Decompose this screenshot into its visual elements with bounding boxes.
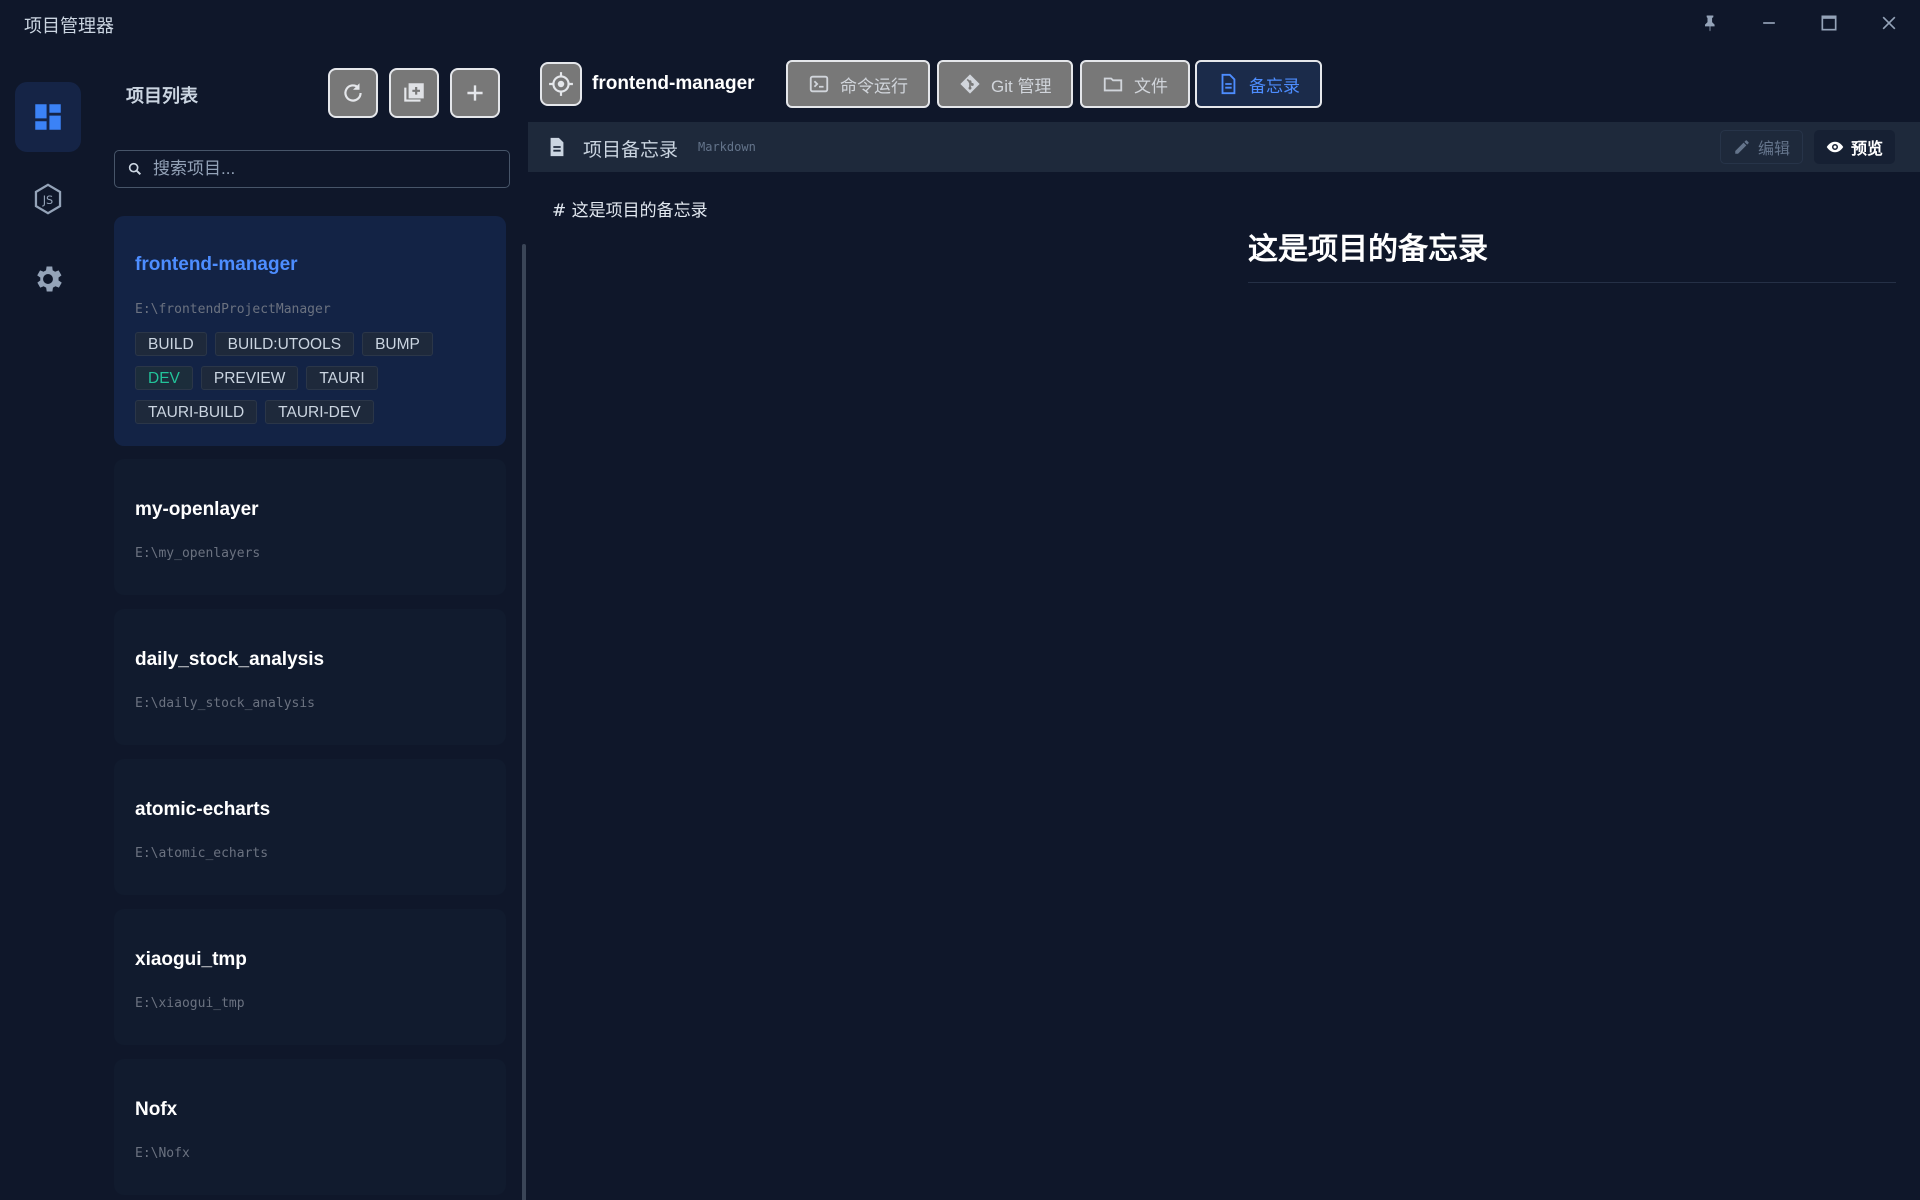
tab-label: 文件 [1134, 76, 1168, 96]
close-icon [1882, 16, 1896, 30]
project-name: my-openlayer [135, 499, 259, 520]
eye-icon [1826, 141, 1844, 153]
folder-add-icon [404, 83, 424, 102]
minimize-icon [1763, 22, 1775, 24]
terminal-icon [809, 75, 829, 93]
project-card[interactable]: daily_stock_analysis E:\daily_stock_anal… [114, 609, 506, 745]
tab-files[interactable]: 文件 [1080, 60, 1190, 108]
current-project-name: frontend-manager [592, 73, 755, 94]
script-tag[interactable]: BUMP [362, 332, 433, 356]
script-tag[interactable]: BUILD [135, 332, 207, 356]
dashboard-icon [35, 104, 61, 130]
edit-button[interactable]: 编辑 [1720, 130, 1804, 164]
tab-label: 备忘录 [1249, 76, 1300, 96]
title-bar: 项目管理器 [0, 0, 1920, 46]
activity-bar: JS [0, 46, 96, 1200]
edit-label: 编辑 [1758, 141, 1791, 158]
project-path: E:\daily_stock_analysis [135, 696, 316, 711]
maximize-button[interactable] [1811, 8, 1847, 38]
script-tag[interactable]: TAURI-DEV [265, 400, 374, 424]
script-tag[interactable]: PREVIEW [200, 366, 299, 390]
search-icon [128, 162, 142, 176]
project-path: E:\frontendProjectManager [135, 302, 331, 317]
project-path: E:\my_openlayers [135, 546, 261, 561]
document-icon [1221, 73, 1236, 95]
memo-title: 项目备忘录 [583, 140, 679, 161]
project-card[interactable]: Nofx E:\Nofx [114, 1059, 506, 1195]
project-path: E:\atomic_echarts [135, 846, 269, 861]
locate-icon [549, 72, 573, 96]
project-name: Nofx [135, 1099, 178, 1120]
plus-icon [467, 85, 483, 101]
settings-nav-button[interactable] [15, 244, 81, 314]
project-name: atomic-echarts [135, 799, 271, 820]
tab-git[interactable]: Git 管理 [937, 60, 1074, 108]
script-tag[interactable]: TAURI-BUILD [135, 400, 258, 424]
project-name: frontend-manager [135, 254, 298, 275]
markdown-editor[interactable]: # 这是项目的备忘录 [552, 196, 708, 221]
memo-header: 项目备忘录 Markdown 编辑 预览 [528, 122, 1920, 172]
project-name: daily_stock_analysis [135, 649, 325, 670]
project-card[interactable]: atomic-echarts E:\atomic_echarts [114, 759, 506, 895]
sidebar-scrollbar[interactable] [522, 244, 526, 1200]
pin-button[interactable] [1692, 8, 1728, 38]
sidebar-title: 项目列表 [126, 86, 198, 106]
project-name: xiaogui_tmp [135, 949, 247, 970]
tab-memo[interactable]: 备忘录 [1195, 60, 1322, 108]
nodejs-nav-button[interactable]: JS [15, 164, 81, 234]
add-project-button[interactable] [450, 68, 500, 118]
document-icon [550, 137, 564, 157]
gear-icon [37, 266, 62, 292]
search-input[interactable] [153, 159, 493, 179]
pencil-icon [1735, 140, 1749, 154]
preview-label: 预览 [1851, 141, 1884, 158]
git-icon [960, 74, 980, 94]
projects-nav-button[interactable] [15, 82, 81, 152]
project-locate-button[interactable] [540, 62, 582, 106]
project-card-frontend-manager[interactable]: frontend-manager E:\frontendProjectManag… [114, 216, 506, 446]
main-panel: frontend-manager 命令运行 Git 管理 文件 备忘录 项目备忘… [528, 46, 1920, 1200]
script-tag-running[interactable]: DEV [135, 366, 193, 390]
minimize-button[interactable] [1751, 8, 1787, 38]
svg-text:JS: JS [42, 193, 54, 207]
nodejs-icon: JS [34, 183, 62, 215]
preview-heading: 这是项目的备忘录 [1248, 224, 1896, 283]
memo-format: Markdown [698, 140, 756, 154]
project-card[interactable]: xiaogui_tmp E:\xiaogui_tmp [114, 909, 506, 1045]
close-button[interactable] [1871, 8, 1907, 38]
project-path: E:\xiaogui_tmp [135, 996, 245, 1011]
refresh-icon [344, 83, 362, 102]
project-search[interactable] [114, 150, 510, 188]
project-card[interactable]: my-openlayer E:\my_openlayers [114, 459, 506, 595]
folder-icon [1103, 77, 1123, 92]
tab-commands[interactable]: 命令运行 [786, 60, 930, 108]
app-title: 项目管理器 [24, 16, 114, 36]
project-sidebar: 项目列表 frontend-manager E:\frontendProject… [96, 46, 526, 1200]
tab-label: 命令运行 [840, 76, 908, 96]
pin-icon [1705, 15, 1715, 32]
script-tag[interactable]: BUILD:UTOOLS [214, 332, 355, 356]
tab-label: Git 管理 [991, 76, 1052, 96]
project-path: E:\Nofx [135, 1146, 190, 1161]
script-tag[interactable]: TAURI [306, 366, 378, 390]
refresh-button[interactable] [328, 68, 378, 118]
maximize-icon [1821, 15, 1837, 31]
preview-button[interactable]: 预览 [1814, 130, 1896, 164]
add-folder-button[interactable] [389, 68, 439, 118]
script-tags: BUILD BUILD:UTOOLS BUMP DEV PREVIEW TAUR… [135, 332, 475, 424]
